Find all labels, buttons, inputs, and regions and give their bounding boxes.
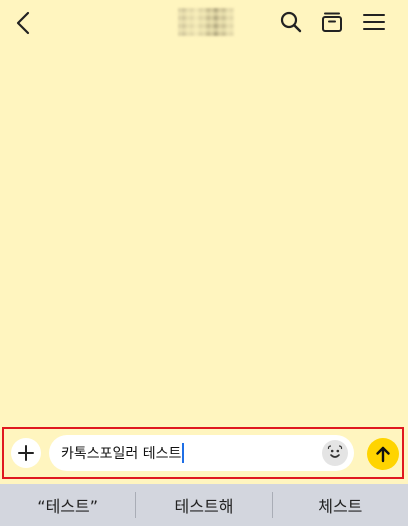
text-caret — [182, 443, 185, 463]
suggestion-2[interactable]: 테스트해 — [136, 484, 271, 526]
plus-icon — [18, 445, 34, 461]
keyboard-suggestion-bar: “테스트” 테스트해 체스트 — [0, 484, 408, 526]
attach-button[interactable] — [11, 438, 41, 468]
suggestion-1[interactable]: “테스트” — [0, 484, 135, 526]
back-button[interactable] — [10, 9, 38, 37]
search-button[interactable] — [278, 9, 304, 35]
chat-drawer-icon — [322, 12, 342, 32]
chat-room-title-blurred — [178, 8, 234, 36]
chat-message-area[interactable] — [0, 44, 408, 426]
emoji-button[interactable] — [322, 440, 348, 466]
chevron-left-icon — [16, 11, 30, 35]
emoji-icon — [327, 445, 343, 458]
suggestion-3[interactable]: 체스트 — [273, 484, 408, 526]
message-composer: 카톡스포일러 테스트 — [2, 427, 404, 479]
send-button[interactable] — [367, 438, 399, 470]
menu-button[interactable] — [361, 9, 387, 35]
chat-header — [0, 0, 408, 44]
message-input-text: 카톡스포일러 테스트 — [61, 446, 182, 462]
search-icon — [280, 11, 302, 33]
chat-drawer-button[interactable] — [319, 9, 345, 35]
arrow-up-icon — [376, 446, 390, 463]
hamburger-menu-icon — [363, 14, 385, 30]
message-input[interactable]: 카톡스포일러 테스트 — [49, 435, 354, 471]
